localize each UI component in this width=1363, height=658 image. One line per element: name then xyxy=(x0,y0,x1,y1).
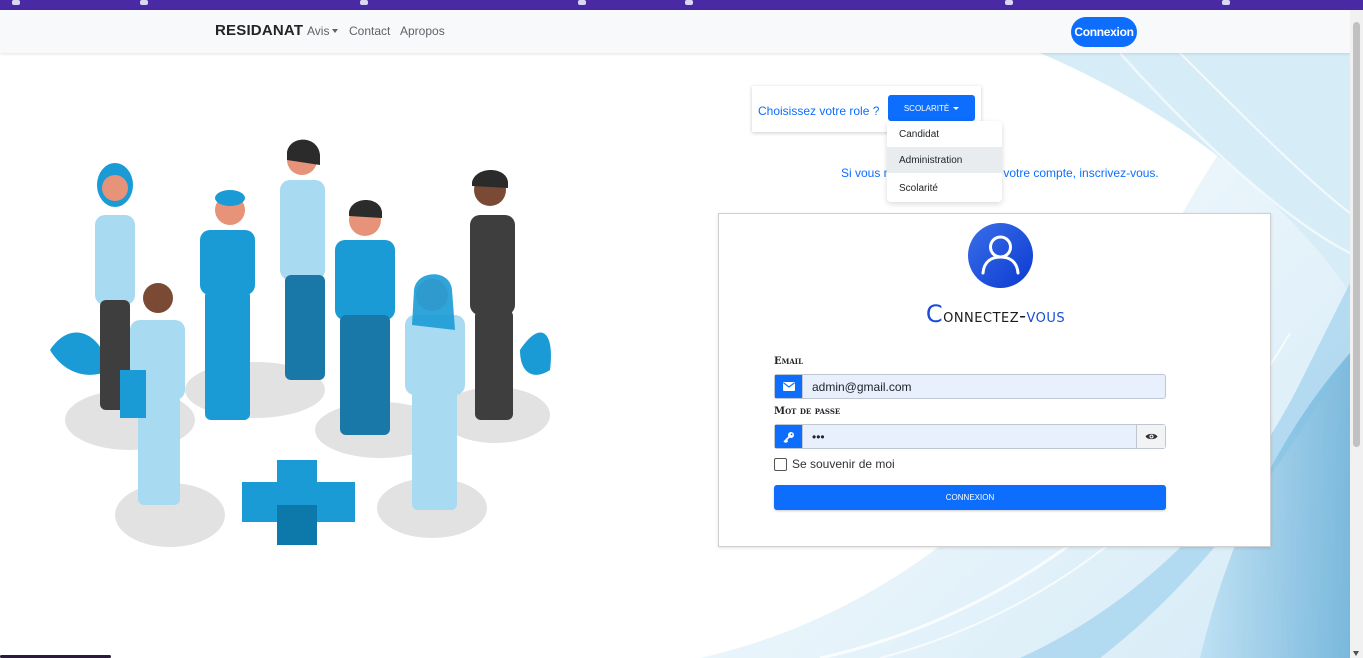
role-selected-value: Scolarité xyxy=(903,103,950,113)
password-input[interactable]: ••• xyxy=(803,430,1136,444)
email-label: Email xyxy=(774,356,803,367)
chevron-down-icon xyxy=(953,106,960,110)
user-icon xyxy=(968,223,1033,288)
scrollbar-thumb[interactable] xyxy=(1353,22,1360,447)
browser-tab-icon xyxy=(578,0,586,5)
browser-tab-icon xyxy=(1005,0,1013,5)
role-selector-label: Choisissez votre role ? xyxy=(758,104,880,118)
browser-tab-icon xyxy=(1222,0,1230,5)
eye-icon[interactable] xyxy=(1136,425,1165,448)
email-field[interactable]: admin@gmail.com xyxy=(774,374,1166,399)
nav-avis-label: Avis xyxy=(307,24,330,38)
title-end: vous xyxy=(1026,305,1066,327)
login-title: Connectez-vous xyxy=(719,300,1272,328)
submit-login-button[interactable]: Connexion xyxy=(774,485,1166,510)
scroll-down-arrow-icon[interactable] xyxy=(1353,651,1359,656)
browser-tab-icon xyxy=(360,0,368,5)
remember-me-checkbox[interactable] xyxy=(774,457,787,471)
navbar: RESIDANAT Avis Contact Apropos Connexion xyxy=(0,10,1350,53)
envelope-icon xyxy=(775,375,803,398)
role-option-administration[interactable]: Administration xyxy=(887,147,1002,173)
email-input[interactable]: admin@gmail.com xyxy=(803,380,1165,394)
remember-me-label[interactable]: Se souvenir de moi xyxy=(792,457,895,471)
page-scrollbar[interactable] xyxy=(1350,10,1363,658)
brand-logo[interactable]: RESIDANAT xyxy=(215,22,303,39)
key-icon xyxy=(775,425,803,448)
signup-text-end: votre compte, inscrivez-vous. xyxy=(1003,166,1159,180)
browser-tab-icon xyxy=(140,0,148,5)
nav-avis-dropdown[interactable]: Avis xyxy=(307,24,339,38)
role-dropdown-menu: Candidat Administration Scolarité xyxy=(887,121,1002,202)
medical-team-illustration xyxy=(50,139,551,547)
nav-contact-link[interactable]: Contact xyxy=(349,24,390,38)
role-option-candidat[interactable]: Candidat xyxy=(887,121,1002,147)
remember-me-row: Se souvenir de moi xyxy=(774,457,895,471)
title-middle: onnectez- xyxy=(943,305,1027,327)
login-button[interactable]: Connexion xyxy=(1071,17,1137,47)
role-dropdown-button[interactable]: Scolarité xyxy=(888,95,975,121)
password-label: Mot de passe xyxy=(774,406,841,417)
login-card: Connectez-vous Email admin@gmail.com Mot… xyxy=(718,213,1271,547)
nav-apropos-link[interactable]: Apropos xyxy=(400,24,445,38)
signup-text-start: Si vous n xyxy=(841,166,891,180)
password-field[interactable]: ••• xyxy=(774,424,1166,449)
browser-tab-strip xyxy=(0,0,1363,10)
browser-tab-icon xyxy=(12,0,20,5)
chevron-down-icon xyxy=(332,29,339,33)
title-initial: C xyxy=(925,300,944,328)
browser-tab-icon xyxy=(685,0,693,5)
role-option-scolarite[interactable]: Scolarité xyxy=(887,175,1002,201)
